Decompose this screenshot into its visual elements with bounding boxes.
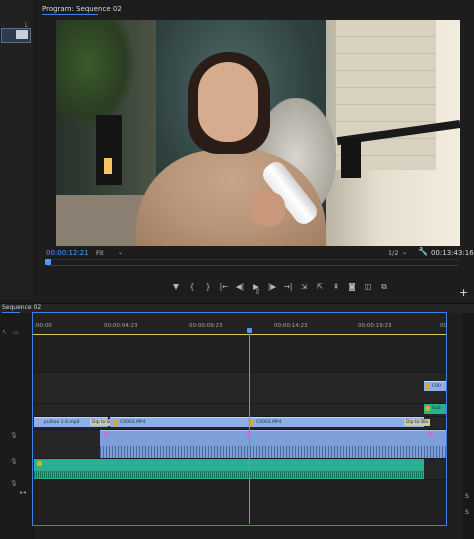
- timeline-vertical-scrollbar[interactable]: S S: [462, 313, 474, 539]
- ruler-tick-label: 00: [440, 323, 447, 329]
- clip-name: C00: [432, 384, 441, 389]
- left-clip-thumbnail-image: [16, 30, 28, 39]
- audio-mic-icon[interactable]: 🎙: [10, 480, 18, 487]
- program-video-frame[interactable]: [56, 20, 460, 246]
- audio-mic-icon[interactable]: 🎙: [10, 458, 18, 465]
- video-clip[interactable]: C0003.MP4: [246, 417, 424, 427]
- audio-waveform: [100, 446, 446, 458]
- track-row-v3[interactable]: [33, 336, 446, 373]
- overwrite-icon[interactable]: ⇱: [312, 281, 328, 293]
- ruler-tick-label: 00:00:09:23: [189, 323, 223, 329]
- add-button-icon[interactable]: +: [459, 286, 468, 299]
- duration-timecode: 00:13:43:16: [431, 249, 474, 257]
- lift-icon[interactable]: ⇞: [328, 281, 344, 293]
- left-panel-strip: 1: [0, 0, 34, 300]
- fx-badge: [425, 384, 430, 389]
- audio-clip-music[interactable]: [34, 459, 424, 479]
- video-clip[interactable]: C00: [424, 381, 446, 391]
- timeline-playhead-line[interactable]: [249, 334, 250, 524]
- clip-name: pulhoo 1 6.mp4: [44, 420, 80, 425]
- playhead-timecode[interactable]: 00:00:12:21: [46, 249, 89, 257]
- chevron-down-icon[interactable]: ⌄: [118, 249, 123, 256]
- audio-waveform: [34, 471, 424, 478]
- marker-icon[interactable]: ▼: [168, 281, 184, 293]
- audio-meter-solo-label[interactable]: S: [465, 493, 469, 500]
- active-tab-indicator: [42, 14, 98, 15]
- audio-mic-icon[interactable]: 🎙: [10, 432, 18, 439]
- go-to-out-icon[interactable]: →|: [280, 281, 296, 293]
- track-row-v1[interactable]: [33, 404, 446, 417]
- clip-name: C0003.MP4: [120, 420, 146, 425]
- fx-badge: [37, 461, 42, 466]
- audio-clip[interactable]: [100, 430, 446, 458]
- settings-wrench-icon[interactable]: 🔧: [418, 247, 428, 256]
- clip-name: C0003.MP4: [256, 420, 282, 425]
- ruler-tick-label: 00:00:04:23: [104, 323, 138, 329]
- scene-person-face: [198, 62, 258, 142]
- go-to-in-icon[interactable]: |←: [216, 281, 232, 293]
- scene-hand: [251, 192, 285, 226]
- transition-dip-to-black[interactable]: Dip to Bla: [404, 419, 431, 426]
- scene-mic-mount: [341, 138, 361, 178]
- linked-selection-icon[interactable]: ▭: [13, 329, 19, 336]
- program-mini-timeline-track: [48, 265, 458, 266]
- transport-controls: ▼{} |← ◀| ▶ |▶ →| ⇲ ⇱ ⇞ ◙ ◫ ⧉: [168, 274, 392, 291]
- fx-badge: [113, 420, 118, 425]
- sequence-tab[interactable]: Sequence 02: [2, 304, 41, 311]
- program-mini-timeline[interactable]: [46, 259, 460, 268]
- multicam-icon[interactable]: ⧉: [376, 281, 392, 293]
- scene-lantern: [96, 115, 122, 185]
- program-playhead-handle[interactable]: [45, 259, 51, 265]
- scene-candle: [104, 158, 112, 174]
- camera-icon[interactable]: ◙: [344, 281, 360, 293]
- ruler-tick-label: 00:00:19:23: [358, 323, 392, 329]
- graphic-clip[interactable]: Sub: [424, 404, 446, 414]
- audio-meter-solo-label[interactable]: S: [465, 509, 469, 516]
- chevron-down-icon[interactable]: ⌄: [402, 249, 407, 256]
- snap-icon[interactable]: ↖: [2, 329, 7, 336]
- fx-badge: [428, 432, 433, 437]
- ruler-tick-label: :00:00: [34, 323, 52, 329]
- work-area-bar[interactable]: [33, 334, 446, 335]
- compare-icon[interactable]: ◫: [360, 281, 376, 293]
- in-point-icon[interactable]: {: [184, 281, 200, 293]
- zoom-fit-select[interactable]: Fit: [96, 249, 104, 257]
- track-row-v2[interactable]: [33, 373, 446, 404]
- scene-plant: [56, 20, 136, 130]
- step-forward-icon[interactable]: |▶: [264, 281, 280, 293]
- clip-name: Sub: [432, 406, 441, 411]
- export-frame-icon[interactable]: ⇪: [254, 287, 261, 296]
- track-row-a3[interactable]: [33, 480, 446, 525]
- fx-badge: [104, 432, 109, 437]
- fx-badge: [425, 406, 430, 411]
- insert-icon[interactable]: ⇲: [296, 281, 312, 293]
- step-back-icon[interactable]: ◀|: [232, 281, 248, 293]
- scroll-end-icon[interactable]: ▸◂: [20, 489, 26, 496]
- video-clip[interactable]: C0003.MP4: [110, 417, 246, 427]
- out-point-icon[interactable]: }: [200, 281, 216, 293]
- playback-resolution-select[interactable]: 1/2: [388, 249, 398, 257]
- ruler-tick-label: 00:00:14:23: [274, 323, 308, 329]
- program-monitor-tab[interactable]: Program: Sequence 02: [42, 5, 122, 13]
- timeline-playhead-handle[interactable]: [247, 328, 252, 333]
- track-headers: ↖ ▭ 🎙 🎙 🎙 ▸◂: [0, 313, 34, 539]
